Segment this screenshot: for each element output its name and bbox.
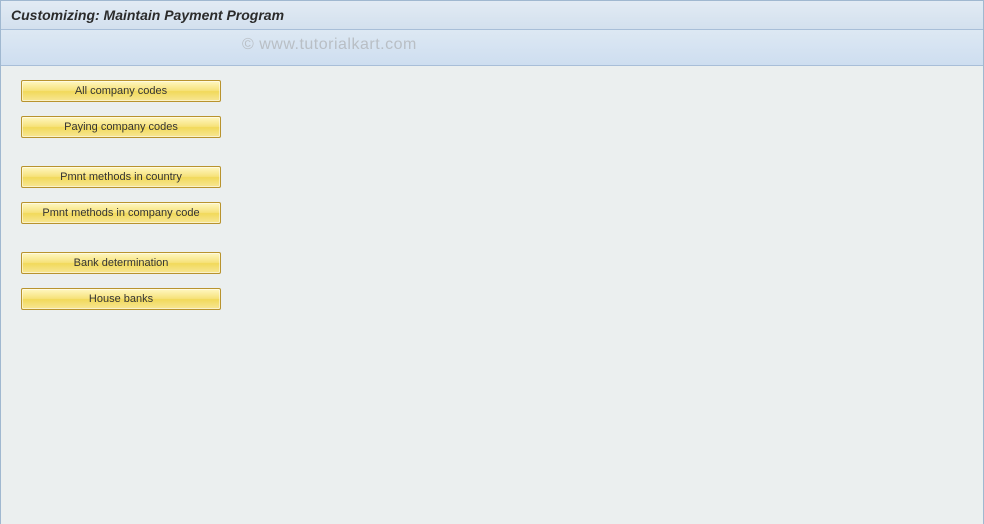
main-window: Customizing: Maintain Payment Program © … (0, 0, 984, 524)
button-label: Pmnt methods in country (60, 171, 182, 183)
pmnt-methods-company-button[interactable]: Pmnt methods in company code (21, 202, 221, 224)
house-banks-button[interactable]: House banks (21, 288, 221, 310)
all-company-codes-button[interactable]: All company codes (21, 80, 221, 102)
button-group-company: All company codes Paying company codes (21, 80, 963, 138)
content-area: All company codes Paying company codes P… (1, 66, 983, 524)
button-label: Pmnt methods in company code (42, 207, 199, 219)
pmnt-methods-country-button[interactable]: Pmnt methods in country (21, 166, 221, 188)
button-label: All company codes (75, 85, 167, 97)
title-bar: Customizing: Maintain Payment Program (1, 1, 983, 30)
paying-company-codes-button[interactable]: Paying company codes (21, 116, 221, 138)
button-group-methods: Pmnt methods in country Pmnt methods in … (21, 166, 963, 224)
bank-determination-button[interactable]: Bank determination (21, 252, 221, 274)
toolbar-strip (1, 30, 983, 66)
button-label: Bank determination (74, 257, 169, 269)
page-title: Customizing: Maintain Payment Program (11, 7, 284, 23)
button-group-bank: Bank determination House banks (21, 252, 963, 310)
button-label: House banks (89, 293, 153, 305)
button-label: Paying company codes (64, 121, 178, 133)
